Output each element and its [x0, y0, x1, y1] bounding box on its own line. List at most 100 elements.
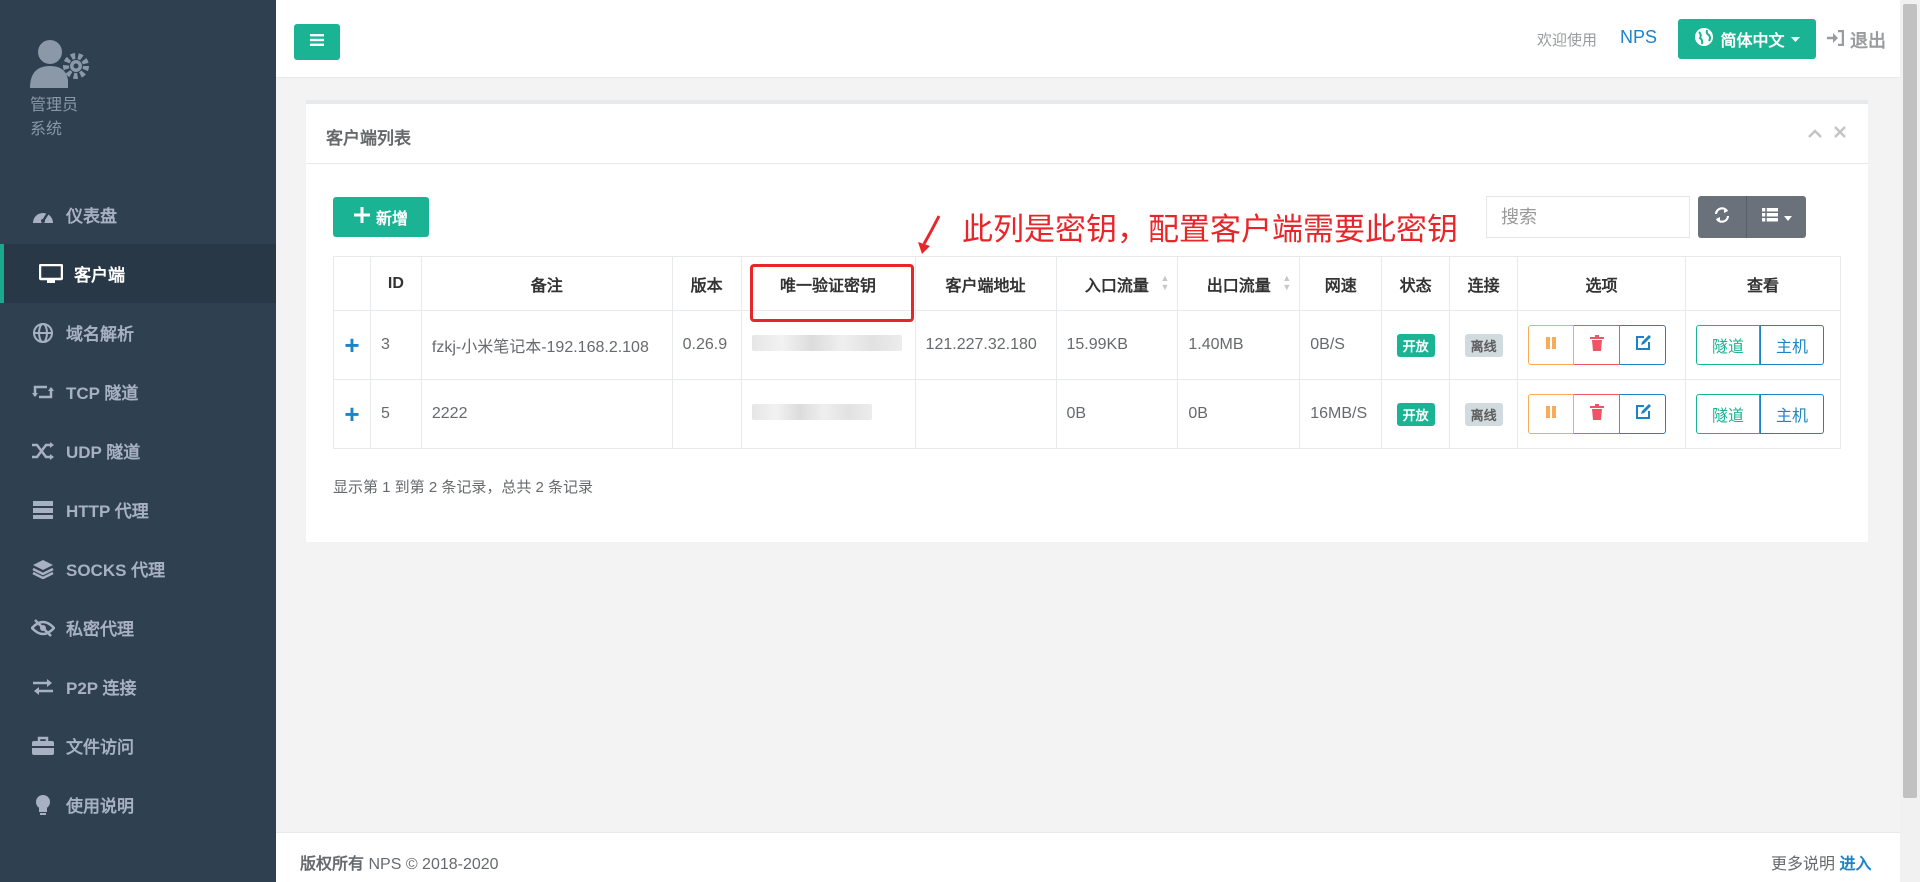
cell-options — [1517, 310, 1686, 380]
scrollbar-thumb[interactable] — [1903, 4, 1917, 798]
tunnel-button[interactable]: 隧道 — [1695, 394, 1760, 434]
language-dropdown-button[interactable]: 简体中文 — [1678, 19, 1816, 59]
sidebar-nav: 仪表盘 客户端 域名解析 TCP 隧道 UDP 隧道 HTTP 代理 SOCKS… — [0, 185, 276, 834]
caret-down-icon — [1783, 208, 1792, 226]
logout-button[interactable]: 退出 — [1826, 27, 1886, 53]
sidebar-item-socks[interactable]: SOCKS 代理 — [0, 539, 276, 598]
dashboard-icon — [30, 204, 56, 226]
column-connection[interactable]: 连接 — [1449, 256, 1519, 311]
column-status[interactable]: 状态 — [1381, 256, 1451, 311]
host-button[interactable]: 主机 — [1759, 325, 1824, 365]
sidebar-item-label: 私密代理 — [66, 620, 134, 639]
cell-view: 隧道 主机 — [1684, 310, 1842, 380]
column-in-flow[interactable]: 入口流量 ▲ ▼ — [1055, 256, 1179, 311]
expand-row-button[interactable]: + — [333, 379, 371, 449]
collapse-icon[interactable] — [1808, 122, 1822, 143]
cell-address — [914, 379, 1057, 449]
caret-down-icon — [1790, 30, 1800, 48]
more-info: 更多说明 进入 — [1771, 850, 1871, 874]
cell-speed: 16MB/S — [1299, 379, 1383, 449]
cell-out-flow: 0B — [1177, 379, 1301, 449]
copyright-prefix: 版权所有 — [300, 856, 365, 873]
sidebar-item-label: 文件访问 — [66, 738, 134, 757]
copyright-text: NPS © 2018-2020 — [368, 856, 499, 873]
cell-status: 开放 — [1381, 310, 1451, 380]
host-button[interactable]: 主机 — [1759, 394, 1824, 434]
sidebar-item-label: 客户端 — [74, 266, 125, 285]
cell-status: 开放 — [1381, 379, 1451, 449]
sidebar-item-label: HTTP 代理 — [66, 502, 149, 521]
expand-row-button[interactable]: + — [333, 310, 371, 380]
pause-button[interactable] — [1528, 394, 1575, 434]
cell-remark: 2222 — [420, 379, 673, 449]
desktop-icon — [38, 263, 64, 285]
edit-button[interactable] — [1620, 394, 1667, 434]
options-group — [1528, 325, 1685, 365]
column-out-flow-label: 出口流量 — [1206, 277, 1271, 295]
panel-tools — [1808, 122, 1846, 143]
sidebar-item-clients[interactable]: 客户端 — [0, 244, 276, 303]
sidebar-item-p2p[interactable]: P2P 连接 — [0, 657, 276, 716]
more-label: 更多说明 — [1771, 856, 1836, 873]
sidebar-item-secret[interactable]: 私密代理 — [0, 598, 276, 657]
cell-in-flow: 0B — [1055, 379, 1179, 449]
profile-role: 系统 — [30, 121, 63, 138]
connection-badge: 离线 — [1464, 333, 1503, 357]
refresh-button[interactable] — [1698, 196, 1746, 238]
sidebar-item-udp[interactable]: UDP 隧道 — [0, 421, 276, 480]
logout-label: 退出 — [1850, 31, 1886, 51]
cell-out-flow: 1.40MB — [1177, 310, 1301, 380]
tunnel-button[interactable]: 隧道 — [1695, 325, 1760, 365]
sidebar-item-http[interactable]: HTTP 代理 — [0, 480, 276, 539]
more-link[interactable]: 进入 — [1839, 856, 1871, 873]
column-out-flow[interactable]: 出口流量 ▲ ▼ — [1177, 256, 1301, 311]
sidebar-item-help[interactable]: 使用说明 — [0, 775, 276, 834]
sidebar-item-domain[interactable]: 域名解析 — [0, 303, 276, 362]
table-header-row: ID 备注 版本 唯一验证密钥 客户端地址 入口流量 ▲ ▼ 出口流量 ▲ ▼ 网速… — [333, 256, 1842, 311]
delete-button[interactable] — [1574, 394, 1621, 434]
language-label: 简体中文 — [1720, 33, 1785, 50]
welcome-text: 欢迎使用 — [1537, 32, 1598, 49]
options-group — [1528, 394, 1685, 434]
edit-button[interactable] — [1620, 325, 1667, 365]
columns-toggle-button[interactable] — [1746, 196, 1806, 238]
column-version[interactable]: 版本 — [671, 256, 742, 311]
topbar: 欢迎使用 NPS 简体中文 退出 — [276, 0, 1900, 78]
panel-header: 客户端列表 — [306, 104, 1868, 164]
cell-version — [671, 379, 742, 449]
plus-icon — [353, 206, 370, 228]
search-input[interactable] — [1486, 196, 1690, 238]
connection-badge: 离线 — [1464, 402, 1503, 426]
brand-link[interactable]: NPS — [1620, 27, 1657, 48]
column-remark[interactable]: 备注 — [420, 256, 673, 311]
server-icon — [30, 499, 56, 521]
pause-icon — [1545, 405, 1557, 424]
copyright: 版权所有 NPS © 2018-2020 — [300, 850, 499, 874]
column-speed[interactable]: 网速 — [1299, 256, 1383, 311]
add-client-button[interactable]: 新增 — [333, 197, 429, 237]
lightbulb-icon — [30, 794, 56, 816]
trash-icon — [1589, 334, 1604, 356]
column-address[interactable]: 客户端地址 — [914, 256, 1057, 311]
pagination-info: 显示第 1 到第 2 条记录，总共 2 条记录 — [333, 479, 594, 496]
sidebar-item-tcp[interactable]: TCP 隧道 — [0, 362, 276, 421]
edit-icon — [1635, 334, 1651, 356]
page-scrollbar[interactable] — [1900, 0, 1920, 882]
sidebar-item-files[interactable]: 文件访问 — [0, 716, 276, 775]
globe-icon — [1694, 27, 1714, 52]
retweet-icon — [30, 381, 56, 403]
refresh-icon — [1714, 206, 1730, 228]
table-tools — [1698, 196, 1806, 238]
annotation-highlight-box — [750, 264, 914, 322]
menu-toggle-button[interactable] — [294, 24, 340, 60]
sidebar-item-label: UDP 隧道 — [66, 443, 141, 462]
annotation-arrow-icon — [914, 214, 944, 259]
pause-button[interactable] — [1528, 325, 1575, 365]
delete-button[interactable] — [1574, 325, 1621, 365]
briefcase-icon — [30, 735, 56, 757]
profile-name: 管理员 — [30, 97, 79, 114]
cell-view: 隧道 主机 — [1684, 379, 1842, 449]
column-id[interactable]: ID — [369, 256, 422, 311]
sidebar-item-dashboard[interactable]: 仪表盘 — [0, 185, 276, 244]
close-icon[interactable] — [1834, 122, 1846, 143]
